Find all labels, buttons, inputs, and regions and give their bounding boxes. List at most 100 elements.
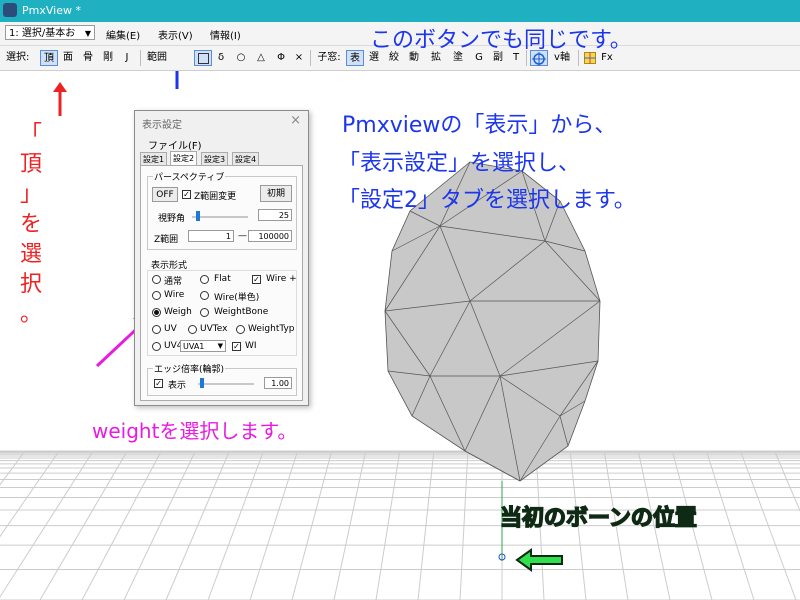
select-label: 選択: (6, 52, 30, 63)
app-icon (3, 3, 17, 17)
format-weight-type-radio[interactable] (236, 325, 245, 334)
format-normal-radio[interactable] (152, 275, 161, 284)
range-delta-button[interactable]: δ (214, 50, 228, 66)
display-settings-dialog: 表示設定 × ファイル(F) 設定1 設定2 設定3 設定4 パースペクティブ … (134, 110, 309, 406)
title-bar: PmxView * (0, 0, 800, 22)
format-weight-radio[interactable] (152, 308, 161, 317)
tab-settings-2[interactable]: 設定2 (170, 151, 198, 166)
uv-channel-value: UVA1 (183, 342, 205, 351)
format-weight-bone-label: WeightBone (214, 307, 269, 317)
select-bone-button[interactable]: 骨 (80, 50, 96, 66)
menu-edit[interactable]: 編集(E) (106, 27, 140, 42)
fov-label: 視野角 (158, 214, 186, 224)
edge-slider-thumb[interactable] (200, 378, 204, 388)
fov-value[interactable]: 25 (258, 209, 292, 221)
zrange-dash: — (238, 231, 247, 241)
range-label: 範囲 (147, 52, 167, 63)
perspective-reset-button[interactable]: 初期 (260, 185, 292, 202)
perspective-label: パースペクティブ (153, 170, 226, 183)
annotation-instruction-3: 「設定2」タブを選択します。 (338, 188, 636, 213)
range-phi-button[interactable]: Φ (274, 50, 288, 66)
dialog-menu-file[interactable]: ファイル(F) (148, 137, 202, 152)
dialog-title: 表示設定 (142, 120, 182, 131)
format-wire-radio[interactable] (152, 291, 161, 300)
uv-channel-select[interactable]: UVA1 ▼ (180, 340, 226, 352)
mode-select-value: 1: 選択/基本お (9, 28, 76, 39)
format-weight-label: Weigh (164, 307, 192, 317)
annotation-instruction-2: 「表示設定」を選択し、 (338, 151, 581, 176)
fov-slider-thumb[interactable] (196, 211, 200, 221)
edge-show-checkbox[interactable]: ✓ (154, 379, 163, 388)
mode-select[interactable]: 1: 選択/基本お ▼ (5, 25, 95, 40)
close-icon[interactable]: × (290, 113, 301, 128)
wire-plus-checkbox[interactable]: ✓ (252, 275, 261, 284)
format-uv-radio[interactable] (152, 325, 161, 334)
wi-label: WI (245, 341, 257, 351)
format-weight-type-label: WeightTyp (248, 324, 295, 334)
select-joint-button[interactable]: J (120, 50, 134, 66)
edge-group: エッジ倍率(輪郭) ✓ 表示 1.00 (147, 362, 297, 396)
window-display-button[interactable]: 表 (346, 50, 364, 66)
edge-value[interactable]: 1.00 (264, 377, 292, 389)
zrange-label: Z範囲 (154, 235, 179, 245)
chevron-down-icon: ▼ (84, 29, 91, 38)
annotation-vertex-char: 」 (19, 182, 42, 207)
edge-label: エッジ倍率(輪郭) (153, 362, 226, 375)
window-label: 子窓: (317, 52, 341, 63)
annotation-weight-note: weightを選択します。 (92, 419, 298, 443)
range-circle-button[interactable]: ○ (234, 50, 248, 66)
format-flat-label: Flat (214, 274, 231, 284)
menu-info[interactable]: 情報(I) (210, 27, 241, 42)
annotation-vertex-char: 「 (19, 122, 42, 147)
range-clear-button[interactable]: × (292, 50, 306, 66)
annotation-instruction-1: Pmxviewの「表示」から、 (342, 113, 617, 138)
window-title: PmxView * (22, 4, 81, 17)
format-wire-label: Wire (164, 290, 185, 300)
format-uv-label: UV (164, 324, 177, 334)
format-flat-radio[interactable] (200, 275, 209, 284)
wire-plus-label: Wire + (266, 274, 297, 284)
select-face-button[interactable]: 面 (60, 50, 76, 66)
annotation-vertex-char: を (19, 212, 42, 237)
perspective-group: パースペクティブ OFF ✓ Z範囲変更 初期 視野角 25 Z範囲 1 — 1… (147, 170, 297, 250)
perspective-off-button[interactable]: OFF (152, 187, 178, 202)
annotation-vertex-char: 頂 (19, 152, 42, 177)
chevron-down-icon: ▼ (217, 342, 223, 350)
toolbar-divider (310, 50, 311, 66)
format-uv4-label: UV4 (164, 341, 180, 351)
wi-checkbox[interactable]: ✓ (232, 342, 241, 351)
zrange-change-label: Z範囲変更 (194, 192, 237, 202)
edge-slider[interactable] (198, 383, 254, 385)
annotation-vertex-char: 択 (19, 272, 42, 297)
format-normal-label: 通常 (164, 277, 183, 287)
format-uvtex-radio[interactable] (188, 325, 197, 334)
format-uvtex-label: UVTex (200, 324, 228, 334)
annotation-bone-note: 当初のボーンの位置 (499, 505, 697, 532)
tab-settings-3[interactable]: 設定3 (201, 152, 229, 166)
z-min-field[interactable]: 1 (188, 230, 234, 242)
format-uv4-radio[interactable] (152, 342, 161, 351)
zrange-change-checkbox[interactable]: ✓ (182, 190, 191, 199)
toolbar-divider (140, 50, 141, 66)
annotation-top-button: このボタンでも同じです。 (370, 28, 632, 53)
format-wire-mono-radio[interactable] (200, 291, 209, 300)
select-rigid-button[interactable]: 剛 (100, 50, 116, 66)
format-wire-mono-label: Wire(単色) (214, 293, 260, 303)
settings-2-panel: パースペクティブ OFF ✓ Z範囲変更 初期 視野角 25 Z範囲 1 — 1… (140, 165, 303, 401)
select-vertex-button[interactable]: 頂 (40, 50, 58, 66)
menu-view[interactable]: 表示(V) (158, 27, 193, 42)
range-triangle-button[interactable]: △ (254, 50, 268, 66)
tab-settings-1[interactable]: 設定1 (140, 152, 168, 166)
annotation-vertex-char: 。 (19, 302, 42, 327)
edge-show-label: 表示 (168, 381, 187, 391)
crosshair-icon (532, 52, 546, 66)
annotation-vertex-note: 「 頂 」 を 選 択 。 (14, 120, 48, 330)
annotation-vertex-char: 選 (19, 242, 42, 267)
square-icon (197, 52, 209, 64)
tab-settings-4[interactable]: 設定4 (232, 152, 260, 166)
format-weight-bone-radio[interactable] (200, 308, 209, 317)
z-max-field[interactable]: 100000 (248, 230, 292, 242)
fov-slider[interactable] (192, 216, 248, 218)
display-format-group: 通常 Flat ✓ Wire + Wire Wire(単色) Weigh Wei… (147, 270, 297, 356)
range-square-button[interactable] (194, 50, 212, 66)
